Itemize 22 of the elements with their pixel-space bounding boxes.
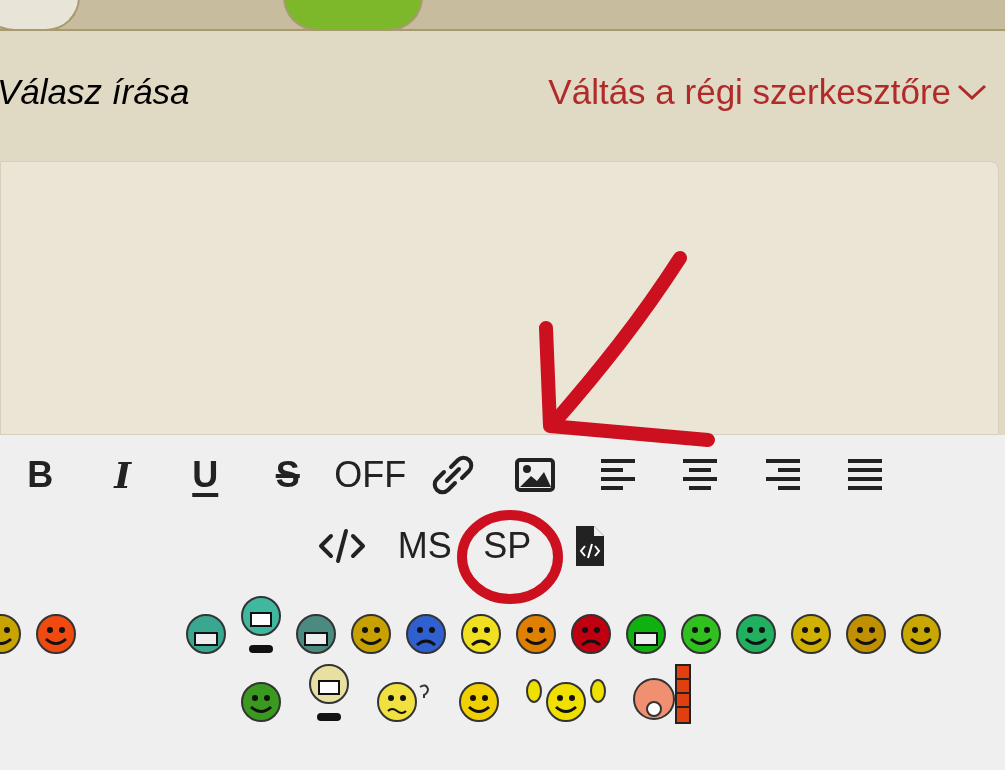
text-button[interactable]: SP [466, 520, 549, 572]
link-icon [430, 455, 475, 495]
text-button[interactable]: MS [383, 520, 466, 572]
smiley-icon[interactable] [456, 679, 502, 725]
align-right-icon [763, 457, 802, 493]
reply-heading: Válasz írása [0, 70, 190, 113]
align-left-icon [598, 457, 637, 493]
file-code-icon [573, 524, 606, 568]
smiley-icon[interactable] [630, 663, 694, 725]
image-icon [515, 458, 556, 492]
strikethrough-button[interactable]: S [246, 449, 329, 501]
underline-button[interactable]: U [164, 449, 247, 501]
justify-icon [846, 457, 885, 493]
switch-editor-link[interactable]: Váltás a régi szerkesztőre [548, 65, 987, 119]
editor-field[interactable] [0, 161, 999, 435]
smiley-icon[interactable] [238, 679, 284, 725]
italic-button[interactable]: I [81, 449, 164, 501]
align-center-icon [681, 457, 720, 493]
bold-button[interactable]: B [0, 449, 82, 501]
text-button[interactable]: OFF [329, 449, 412, 501]
code-icon [317, 528, 368, 564]
chevron-down-icon [957, 83, 987, 101]
